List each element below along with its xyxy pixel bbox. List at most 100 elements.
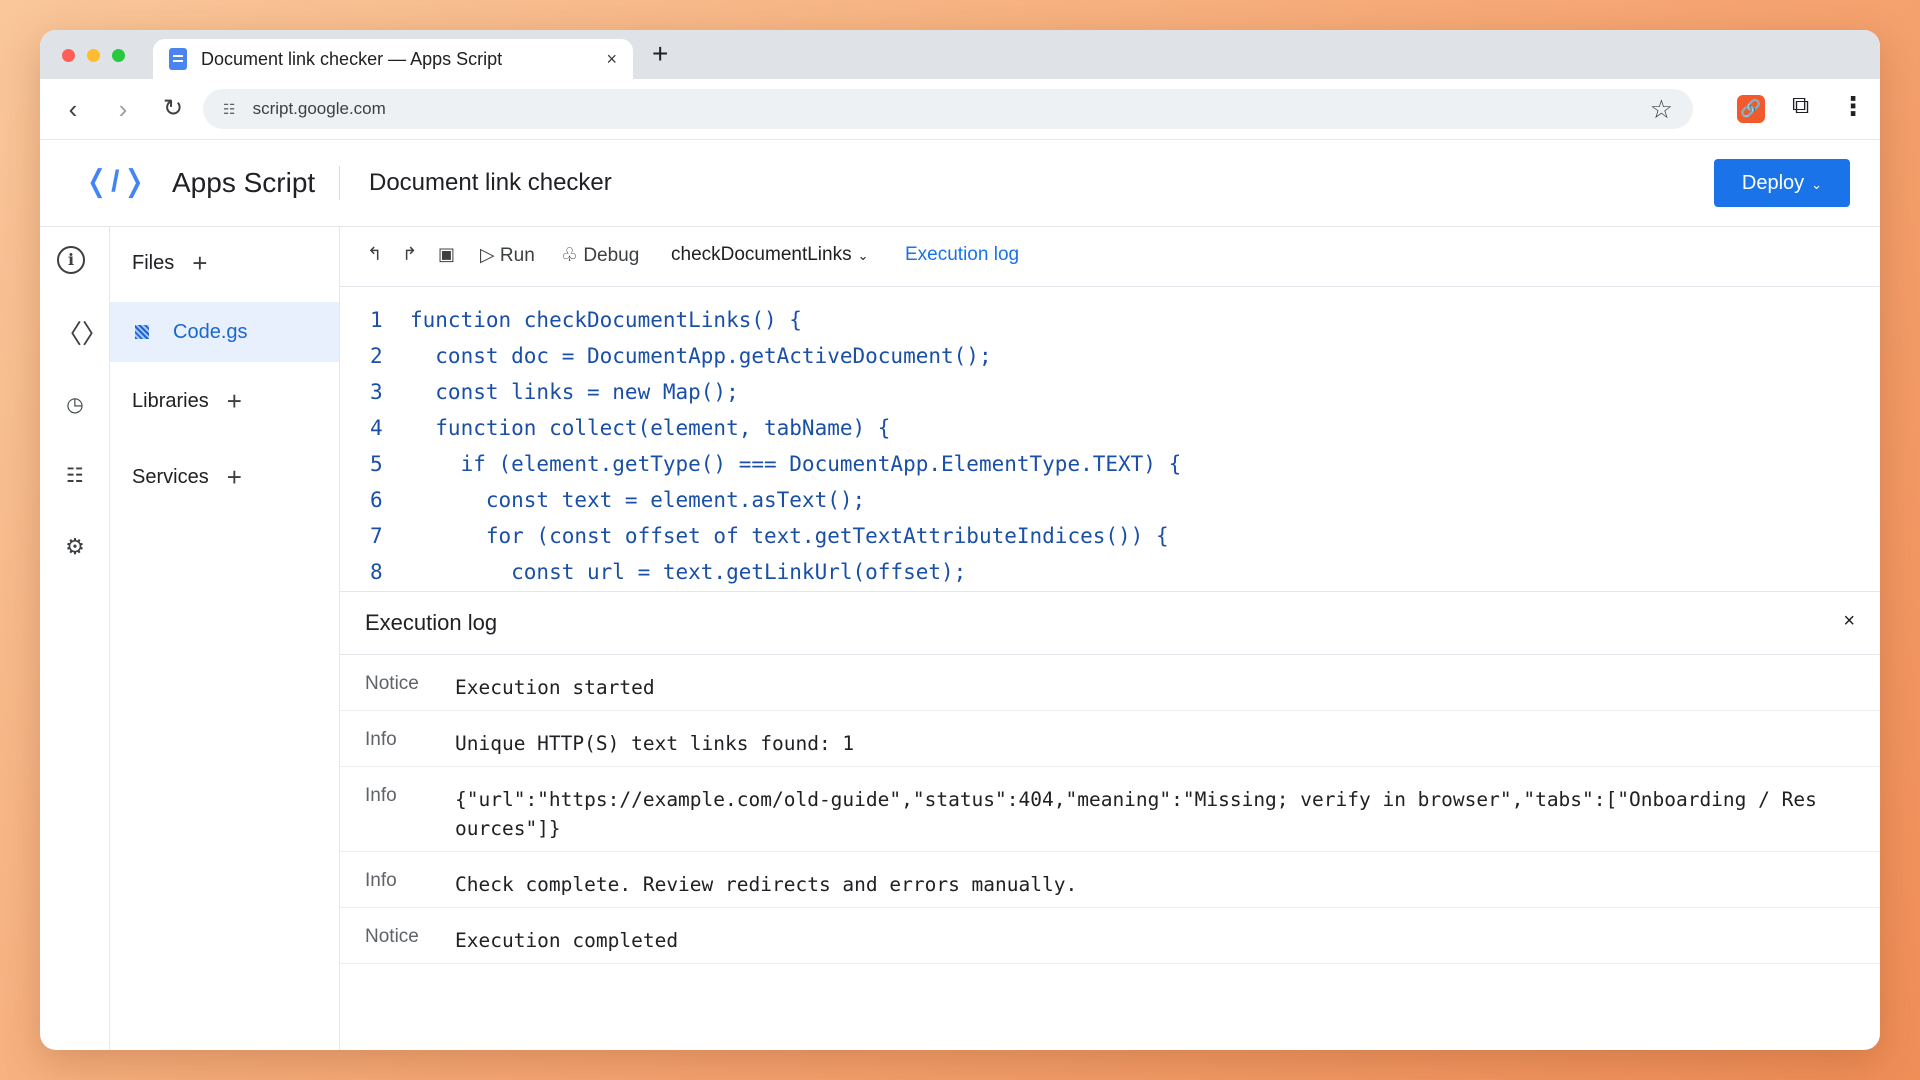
log-level: Info — [365, 729, 397, 750]
triggers-clock-icon[interactable]: ◷ — [56, 392, 94, 417]
overview-info-icon[interactable]: i — [57, 246, 85, 274]
services-section: Services + — [132, 462, 339, 493]
link-extension-icon[interactable]: 🔗 — [1737, 95, 1765, 123]
apps-script-logo-icon[interactable]: ❬/❭ — [84, 164, 149, 199]
editor-toolbar: ↰ ↱ ▣ ▷ Run ♧ Debug checkDocumentLinks ⌄ … — [340, 226, 1880, 287]
code-text[interactable]: if (element.getType() === DocumentApp.El… — [410, 452, 1182, 476]
log-entry: Info {"url":"https://example.com/old-gui… — [340, 767, 1880, 852]
code-line: 7 for (const offset of text.getTextAttri… — [340, 524, 1880, 560]
chevron-down-icon: ⌄ — [857, 248, 869, 263]
debug-button[interactable]: ♧ Debug — [561, 244, 639, 267]
play-icon: ▷ — [480, 245, 495, 266]
file-name: Code.gs — [173, 320, 248, 343]
new-tab-button[interactable]: + — [652, 38, 668, 70]
line-number: 1 — [370, 308, 383, 332]
run-label: Run — [499, 245, 535, 266]
log-message: Execution completed — [455, 929, 679, 952]
forward-arrow-icon[interactable]: › — [108, 94, 138, 124]
log-level: Notice — [365, 926, 419, 947]
bug-icon: ♧ — [561, 245, 579, 266]
extensions-puzzle-icon[interactable]: ⧉ — [1792, 92, 1809, 120]
line-number: 6 — [370, 488, 383, 512]
function-selector[interactable]: checkDocumentLinks ⌄ — [671, 244, 869, 266]
app-header: ❬/❭ Apps Script Document link checker De… — [40, 140, 1880, 227]
window-controls — [62, 49, 125, 62]
log-level: Notice — [365, 673, 419, 694]
code-editor[interactable]: 1 function checkDocumentLinks() { 2 const… — [340, 287, 1880, 587]
code-text[interactable]: const url = text.getLinkUrl(offset); — [410, 560, 966, 584]
maximize-window-button[interactable] — [112, 49, 125, 62]
stop-square-icon[interactable]: ▣ — [438, 244, 455, 265]
run-button[interactable]: ▷ Run — [480, 244, 535, 267]
site-settings-icon[interactable]: ☷ — [223, 101, 236, 118]
code-line: 2 const doc = DocumentApp.getActiveDocum… — [340, 344, 1880, 380]
log-entry: Info Check complete. Review redirects an… — [340, 852, 1880, 908]
services-label: Services — [132, 466, 209, 488]
code-line: 8 const url = text.getLinkUrl(offset); — [340, 560, 1880, 587]
code-line: 1 function checkDocumentLinks() { — [340, 308, 1880, 344]
chevron-down-icon: ⌄ — [1811, 177, 1823, 192]
undo-icon[interactable]: ↰ — [367, 244, 382, 265]
log-message: {"url":"https://example.com/old-guide","… — [455, 788, 1817, 840]
close-window-button[interactable] — [62, 49, 75, 62]
log-entry: Notice Execution completed — [340, 908, 1880, 964]
project-title[interactable]: Document link checker — [369, 169, 612, 197]
debug-label: Debug — [583, 245, 640, 266]
code-text[interactable]: const links = new Map(); — [410, 380, 738, 404]
execution-log-panel: Execution log × Notice Execution started… — [340, 591, 1880, 1050]
file-item-code-gs[interactable]: Code.gs — [110, 302, 339, 362]
libraries-label: Libraries — [132, 390, 209, 412]
browser-menu-icon[interactable]: ⋮ — [1840, 91, 1866, 122]
code-line: 4 function collect(element, tabName) { — [340, 416, 1880, 452]
bookmark-star-icon[interactable]: ☆ — [1650, 94, 1673, 125]
line-number: 2 — [370, 344, 383, 368]
line-number: 3 — [370, 380, 383, 404]
files-label: Files — [132, 252, 175, 274]
app-name: Apps Script — [172, 167, 316, 198]
line-number: 8 — [370, 560, 383, 584]
url-text[interactable]: script.google.com — [253, 99, 1650, 119]
libraries-section: Libraries + — [132, 386, 339, 417]
executions-list-icon[interactable]: ☷ — [56, 463, 94, 488]
log-header: Execution log × — [340, 592, 1880, 655]
log-level: Info — [365, 870, 397, 891]
code-line: 5 if (element.getType() === DocumentApp.… — [340, 452, 1880, 488]
browser-tab[interactable]: Document link checker — Apps Script × — [153, 39, 633, 79]
execution-log-button[interactable]: Execution log — [905, 244, 1019, 266]
log-message: Check complete. Review redirects and err… — [455, 873, 1078, 896]
editor-code-icon[interactable]: 〈〉 — [56, 314, 108, 351]
minimize-window-button[interactable] — [87, 49, 100, 62]
function-name: checkDocumentLinks — [671, 244, 852, 265]
address-bar[interactable]: ☷ script.google.com ☆ — [203, 89, 1693, 129]
deploy-button[interactable]: Deploy ⌄ — [1714, 159, 1850, 207]
code-text[interactable]: function checkDocumentLinks() { — [410, 308, 802, 332]
files-section: Files + — [132, 248, 339, 279]
tab-close-icon[interactable]: × — [606, 49, 617, 70]
browser-toolbar: ‹ › ↻ ☷ script.google.com ☆ 🔗 ⧉ ⋮ — [40, 79, 1880, 140]
redo-icon[interactable]: ↱ — [402, 244, 417, 265]
log-message: Execution started — [455, 676, 655, 699]
reload-icon[interactable]: ↻ — [158, 94, 188, 124]
tab-title: Document link checker — Apps Script — [201, 48, 503, 69]
script-file-icon — [135, 325, 149, 339]
code-text[interactable]: const text = element.asText(); — [410, 488, 865, 512]
header-divider — [339, 166, 340, 200]
settings-gear-icon[interactable]: ⚙ — [56, 534, 94, 560]
line-number: 5 — [370, 452, 383, 476]
close-log-icon[interactable]: × — [1843, 610, 1855, 633]
tab-strip: Document link checker — Apps Script × + — [40, 30, 1880, 79]
code-text[interactable]: const doc = DocumentApp.getActiveDocumen… — [410, 344, 991, 368]
code-text[interactable]: function collect(element, tabName) { — [410, 416, 890, 440]
back-arrow-icon[interactable]: ‹ — [58, 94, 88, 124]
editor-main: ↰ ↱ ▣ ▷ Run ♧ Debug checkDocumentLinks ⌄ … — [340, 226, 1880, 1050]
code-text[interactable]: for (const offset of text.getTextAttribu… — [410, 524, 1169, 548]
workspace: i 〈〉 ◷ ☷ ⚙ Files + Code.gs Libraries + S… — [40, 226, 1880, 1050]
deploy-label: Deploy — [1741, 171, 1805, 194]
log-message: Unique HTTP(S) text links found: 1 — [455, 732, 855, 755]
log-entry: Info Unique HTTP(S) text links found: 1 — [340, 711, 1880, 767]
add-library-plus-icon[interactable]: + — [227, 386, 242, 417]
log-entry: Notice Execution started — [340, 655, 1880, 711]
add-file-plus-icon[interactable]: + — [192, 248, 207, 279]
log-title: Execution log — [365, 610, 498, 635]
add-service-plus-icon[interactable]: + — [227, 462, 242, 493]
